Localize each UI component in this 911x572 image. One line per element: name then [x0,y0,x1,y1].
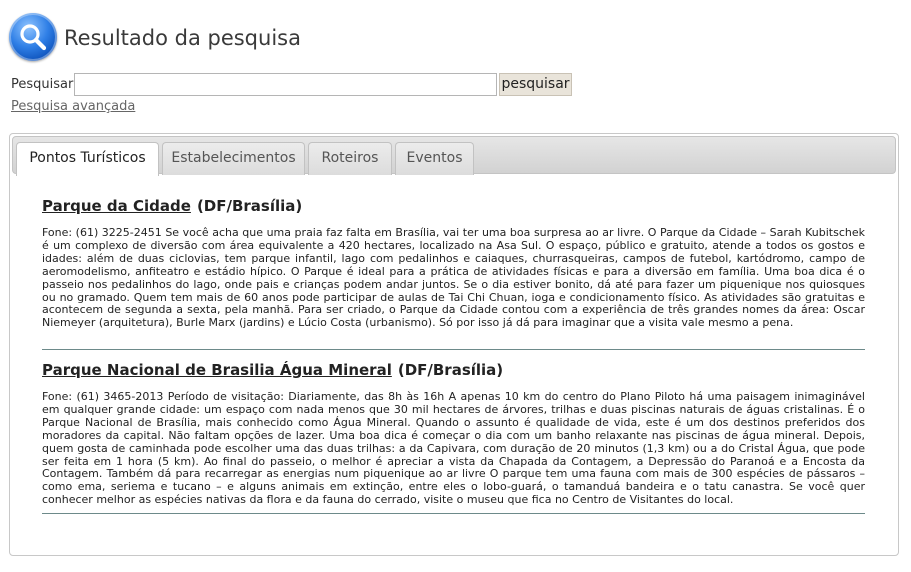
result-description: Fone: (61) 3465-2013 Período de visitaçã… [42,390,865,507]
result-item: Parque Nacional de Brasilia Água Mineral… [42,361,865,506]
tab-eventos[interactable]: Eventos [395,142,474,175]
result-divider [42,349,865,350]
result-title-link[interactable]: Parque Nacional de Brasilia Água Mineral [42,361,392,379]
tab-estabelecimentos[interactable]: Estabelecimentos [162,142,305,175]
search-input[interactable] [74,73,497,96]
tab-roteiros[interactable]: Roteiros [308,142,392,175]
result-heading: Parque Nacional de Brasilia Água Mineral… [42,361,865,379]
tab-bar: Pontos Turísticos Estabelecimentos Rotei… [12,136,896,176]
results-panel: Pontos Turísticos Estabelecimentos Rotei… [9,133,899,556]
search-icon [20,24,47,51]
result-divider [42,513,865,514]
result-title-link[interactable]: Parque da Cidade [42,197,191,215]
tab-pontos-turisticos[interactable]: Pontos Turísticos [16,142,159,176]
search-logo [9,13,57,61]
page-title: Resultado da pesquisa [64,26,301,50]
search-button[interactable]: pesquisar [499,73,572,96]
result-heading: Parque da Cidade (DF/Brasília) [42,197,865,215]
result-location: (DF/Brasília) [196,197,303,215]
result-description: Fone: (61) 3225-2451 Se você acha que um… [42,226,865,330]
search-label: Pesquisar: [11,77,78,92]
advanced-search-link[interactable]: Pesquisa avançada [11,99,135,114]
result-item: Parque da Cidade (DF/Brasília) Fone: (61)… [42,197,865,329]
result-location: (DF/Brasília) [397,361,504,379]
